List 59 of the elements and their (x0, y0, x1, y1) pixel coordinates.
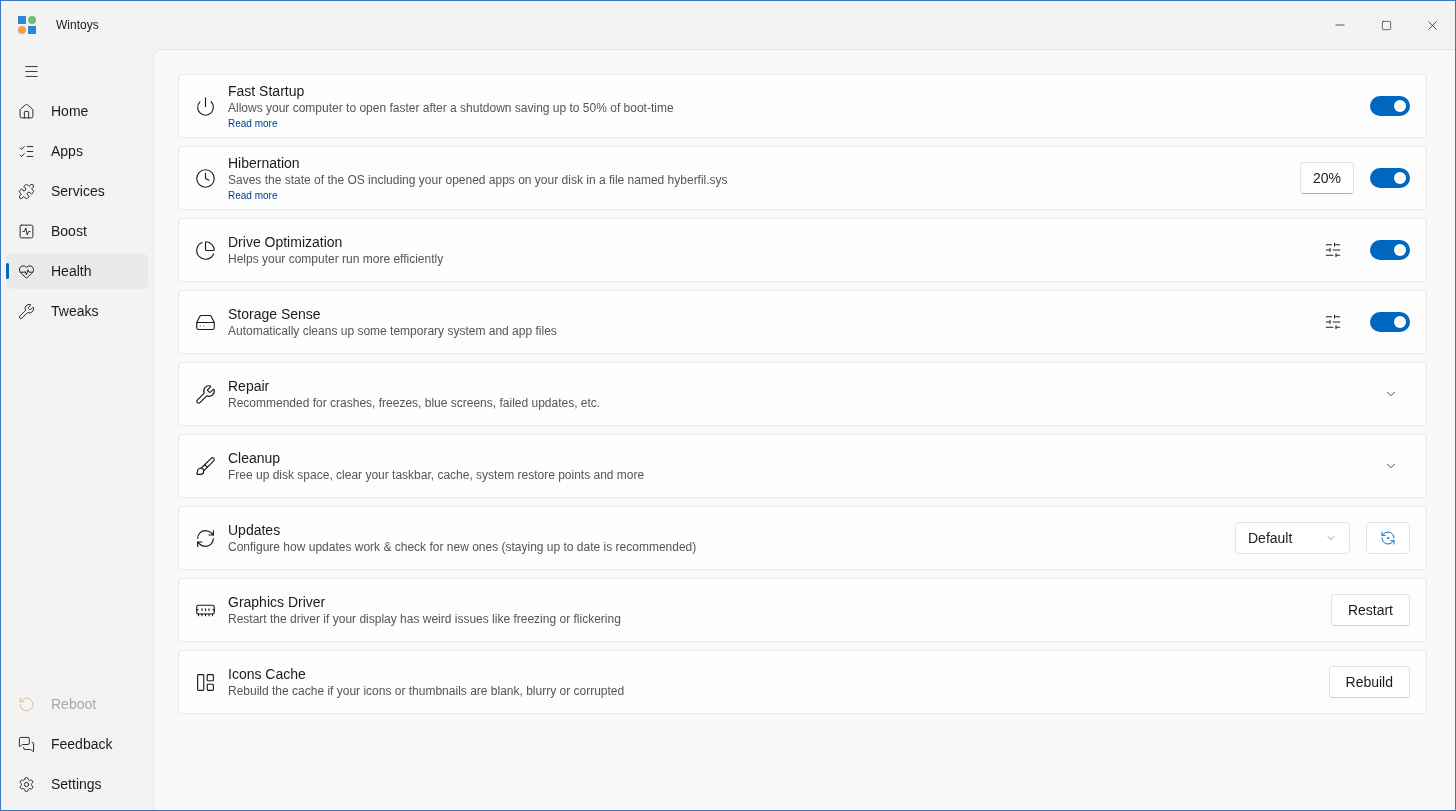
setting-title: Repair (228, 376, 271, 395)
setting-title: Updates (228, 520, 282, 539)
dropdown[interactable]: Default (1235, 522, 1350, 554)
setting-description: Rebuild the cache if your icons or thumbnails are blank, blurry or corrupted (228, 682, 625, 700)
maximize-icon (1380, 19, 1392, 31)
setting-title: Cleanup (228, 448, 282, 467)
nav-item[interactable]: Home (6, 93, 148, 129)
setting-description: Configure how updates work & check for new ones (staying up to date is recommended) (228, 538, 697, 556)
wrench-icon (195, 383, 216, 405)
window-title: Wintoys (56, 17, 99, 34)
setting-title: Storage Sense (228, 304, 322, 323)
setting-description: Allows your computer to open faster after a shutdown saving up to 50% of boot-time (228, 100, 674, 117)
setting-description: Automatically cleans up some temporary system and app files (228, 322, 557, 340)
wrench-icon (18, 302, 35, 320)
refresh-icon (195, 527, 216, 549)
puzzle-icon (18, 182, 35, 200)
brush-icon (195, 455, 216, 477)
refresh-dot-icon (1380, 530, 1396, 546)
selection-indicator (6, 263, 9, 279)
value-field[interactable]: 20% (1299, 162, 1354, 194)
pie-chart-icon (195, 239, 216, 261)
settings-icon (18, 775, 35, 793)
setting-description: Helps your computer run more efficiently (228, 250, 444, 268)
nav-item[interactable]: Boost (6, 213, 148, 249)
setting-title: Hibernation (228, 154, 301, 172)
nav-item[interactable]: Apps (6, 133, 148, 169)
action-button[interactable]: Rebuild (1328, 666, 1410, 698)
tiles-icon (195, 671, 216, 693)
toggle-switch[interactable] (1370, 168, 1410, 188)
clock-icon (195, 167, 216, 189)
toggle-switch[interactable] (1370, 96, 1410, 116)
restart-icon (18, 695, 35, 713)
setting-title: Fast Startup (228, 82, 306, 100)
pulse-icon (18, 222, 35, 240)
setting-title: Graphics Driver (228, 592, 327, 611)
check-updates-button[interactable] (1366, 522, 1410, 554)
setting-title: Drive Optimization (228, 232, 344, 251)
nav-item[interactable]: Tweaks (6, 293, 148, 329)
home-icon (18, 102, 35, 120)
nav-item[interactable]: Services (6, 173, 148, 209)
action-button[interactable]: Restart (1330, 594, 1410, 626)
nav-item[interactable]: Settings (6, 766, 148, 802)
setting-description: Saves the state of the OS including your opened apps on your disk in a file named hyberfil.sys (228, 172, 728, 189)
read-more-link[interactable]: Read more (228, 117, 278, 130)
app-logo (18, 16, 36, 34)
sliders-icon[interactable] (1324, 313, 1342, 331)
setting-title: Icons Cache (228, 664, 307, 683)
toggle-switch[interactable] (1370, 240, 1410, 260)
heart-pulse-icon (18, 262, 35, 280)
power-icon (195, 95, 216, 117)
chat-icon (18, 735, 35, 753)
setting-description: Restart the driver if your display has weird issues like freezing or flickering (228, 610, 621, 628)
sliders-icon[interactable] (1324, 241, 1342, 259)
toggle-switch[interactable] (1370, 312, 1410, 332)
nav-item[interactable]: Feedback (6, 726, 148, 762)
nav-item[interactable]: Health (6, 253, 148, 289)
setting-description: Recommended for crashes, freezes, blue screens, failed updates, etc. (228, 394, 601, 412)
read-more-link[interactable]: Read more (228, 189, 278, 202)
setting-description: Free up disk space, clear your taskbar, cache, system restore points and more (228, 466, 645, 484)
